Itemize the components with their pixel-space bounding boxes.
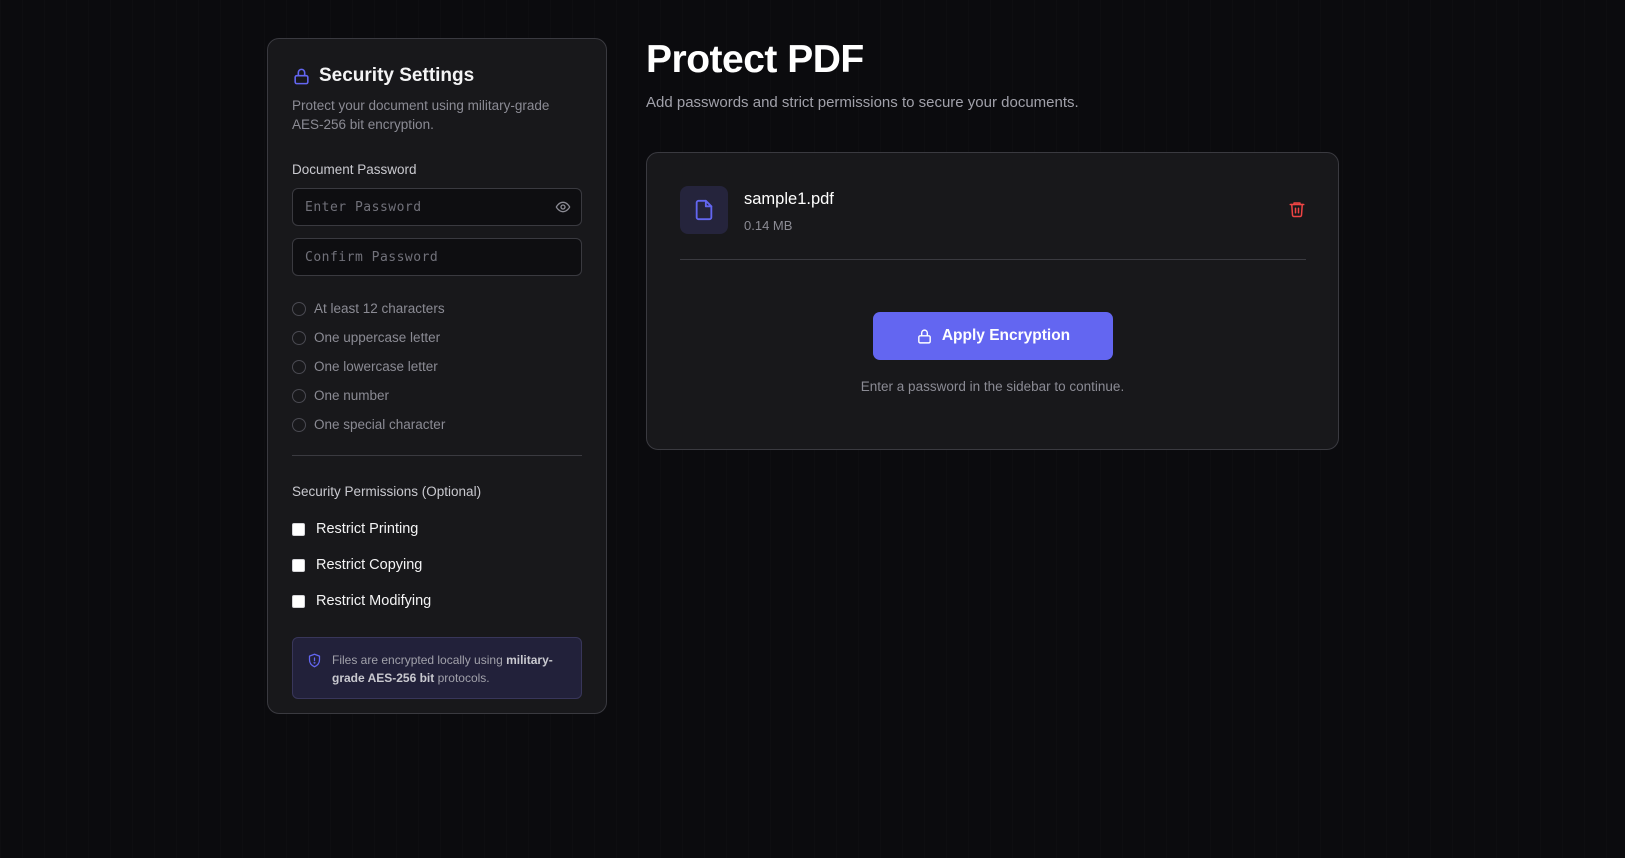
apply-encryption-button[interactable]: Apply Encryption: [873, 312, 1113, 360]
requirement-item: One lowercase letter: [292, 352, 582, 381]
restrict-copying-option[interactable]: Restrict Copying: [292, 547, 582, 583]
file-icon-container: [680, 186, 728, 234]
restrict-printing-label: Restrict Printing: [316, 521, 419, 537]
requirement-label: At least 12 characters: [314, 301, 445, 316]
lock-icon: [917, 328, 931, 344]
file-item: sample1.pdf 0.14 MB: [680, 186, 1306, 236]
restrict-printing-option[interactable]: Restrict Printing: [292, 511, 582, 547]
document-password-label: Document Password: [292, 162, 417, 177]
page-subtitle: Add passwords and strict permissions to …: [646, 94, 1079, 111]
requirement-status-icon: [292, 417, 306, 432]
requirement-label: One special character: [314, 417, 446, 432]
restrict-modifying-checkbox[interactable]: [292, 594, 305, 608]
requirement-item: One special character: [292, 410, 582, 439]
requirement-item: At least 12 characters: [292, 294, 582, 323]
security-permissions-label: Security Permissions (Optional): [292, 484, 482, 499]
file-card-divider: [680, 259, 1306, 260]
page-title: Protect PDF: [646, 38, 864, 81]
requirement-label: One uppercase letter: [314, 330, 441, 345]
confirm-password-input[interactable]: [293, 239, 581, 275]
sidebar-divider: [292, 455, 582, 456]
requirement-status-icon: [292, 388, 306, 403]
lock-icon: [294, 68, 309, 84]
permissions-list: Restrict Printing Restrict Copying Restr…: [292, 511, 582, 619]
encryption-notice: Files are encrypted locally using milita…: [292, 637, 582, 699]
security-settings-title: Security Settings: [319, 65, 475, 86]
restrict-copying-checkbox[interactable]: [292, 558, 305, 572]
restrict-modifying-label: Restrict Modifying: [316, 593, 432, 609]
requirement-status-icon: [292, 359, 306, 374]
security-settings-header: Security Settings: [292, 65, 582, 87]
shield-icon: [308, 653, 321, 668]
password-field-wrapper: [292, 188, 582, 226]
file-icon: [695, 199, 713, 221]
security-settings-description: Protect your document using military-gra…: [292, 98, 550, 132]
eye-icon[interactable]: [555, 199, 571, 215]
requirement-label: One number: [314, 388, 390, 403]
file-card: sample1.pdf 0.14 MB Apply Encryption Ent…: [646, 152, 1339, 450]
password-input[interactable]: [293, 189, 581, 225]
restrict-modifying-option[interactable]: Restrict Modifying: [292, 583, 582, 619]
restrict-copying-label: Restrict Copying: [316, 557, 423, 573]
security-settings-panel: Security Settings Protect your document …: [267, 38, 607, 714]
requirement-status-icon: [292, 301, 306, 316]
requirement-item: One uppercase letter: [292, 323, 582, 352]
requirement-item: One number: [292, 381, 582, 410]
restrict-printing-checkbox[interactable]: [292, 522, 305, 536]
password-hint: Enter a password in the sidebar to conti…: [860, 379, 1125, 394]
password-requirements: At least 12 characters One uppercase let…: [292, 294, 582, 439]
file-name: sample1.pdf: [744, 190, 834, 208]
requirement-label: One lowercase letter: [314, 359, 438, 374]
encryption-notice-text: Files are encrypted locally using milita…: [332, 653, 553, 685]
requirement-status-icon: [292, 330, 306, 345]
file-size: 0.14 MB: [744, 218, 793, 233]
apply-encryption-label: Apply Encryption: [941, 327, 1071, 344]
confirm-password-field-wrapper: [292, 238, 582, 276]
trash-icon[interactable]: [1288, 200, 1306, 218]
